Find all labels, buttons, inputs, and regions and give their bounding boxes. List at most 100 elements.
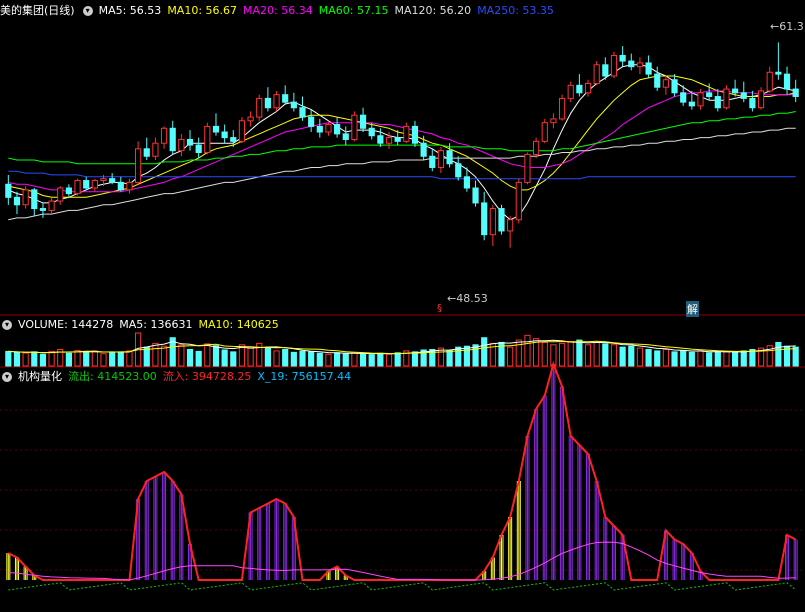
candle-body bbox=[403, 125, 410, 142]
volume-bar bbox=[160, 345, 168, 367]
candle-body bbox=[160, 127, 168, 144]
volume-bar bbox=[65, 352, 72, 367]
volume-bar bbox=[714, 350, 721, 367]
series-line-ma250 bbox=[8, 170, 796, 180]
volume-bar bbox=[628, 345, 635, 367]
candle-body bbox=[541, 122, 548, 142]
candle-body bbox=[446, 150, 453, 165]
volume-bar bbox=[775, 341, 782, 367]
volume-bar bbox=[740, 350, 747, 367]
volume-bar bbox=[359, 353, 367, 367]
candle-body bbox=[135, 148, 142, 183]
candle-body bbox=[204, 125, 211, 154]
volume-bar bbox=[584, 344, 592, 367]
volume-bar bbox=[273, 350, 280, 367]
volume-bar bbox=[671, 351, 678, 367]
candle-body bbox=[610, 54, 618, 77]
volume-bar bbox=[662, 349, 669, 367]
candle-body bbox=[619, 54, 626, 62]
candle-body bbox=[212, 125, 220, 133]
candle-body bbox=[411, 125, 419, 144]
volume-bar bbox=[351, 351, 358, 367]
volume-bar bbox=[117, 351, 124, 367]
candle-body bbox=[65, 187, 72, 195]
low-marker: ←48.53 bbox=[447, 292, 488, 305]
candle-body bbox=[593, 64, 600, 84]
volume-bar bbox=[645, 349, 652, 367]
volume-bar bbox=[463, 345, 470, 367]
candle-body bbox=[273, 94, 280, 109]
volume-bar bbox=[524, 334, 531, 367]
volume-bar bbox=[680, 349, 687, 367]
candle-body bbox=[152, 142, 159, 157]
candle-body bbox=[299, 107, 306, 118]
candle-body bbox=[74, 180, 81, 195]
candle-body bbox=[126, 181, 133, 191]
volume-bar bbox=[109, 351, 116, 367]
volume-bar bbox=[282, 349, 289, 367]
series-line-ma10 bbox=[8, 75, 796, 198]
volume-bar bbox=[619, 346, 626, 367]
candle-body bbox=[697, 92, 704, 107]
candle-body bbox=[489, 208, 496, 236]
candle-body bbox=[351, 114, 358, 140]
volume-bar bbox=[368, 354, 375, 367]
candle-body bbox=[334, 124, 341, 135]
volume-bar bbox=[636, 347, 644, 367]
volume-bar bbox=[576, 339, 583, 367]
stock-chart[interactable] bbox=[0, 0, 805, 612]
candle-body bbox=[420, 142, 427, 157]
volume-bar bbox=[264, 346, 271, 367]
volume-bar bbox=[749, 349, 756, 367]
volume-bar bbox=[91, 350, 98, 367]
volume-bar bbox=[706, 352, 713, 367]
event-tag-s[interactable]: § bbox=[437, 303, 442, 314]
candle-body bbox=[766, 71, 773, 92]
candle-body bbox=[749, 97, 756, 109]
volume-bar bbox=[654, 350, 661, 367]
candle-body bbox=[472, 187, 479, 204]
volume-bar bbox=[541, 341, 548, 367]
candle-body bbox=[109, 178, 116, 183]
candle-body bbox=[429, 155, 436, 168]
candle-body bbox=[654, 73, 661, 88]
volume-bar bbox=[455, 346, 462, 367]
candle-body bbox=[515, 181, 522, 221]
event-tag-jie[interactable]: 解 bbox=[686, 301, 699, 317]
candle-body bbox=[342, 133, 349, 140]
volume-bar bbox=[567, 340, 574, 367]
volume-bar bbox=[558, 342, 566, 367]
volume-bar bbox=[186, 349, 194, 367]
volume-bar bbox=[195, 350, 202, 367]
volume-bar bbox=[100, 353, 107, 367]
candle-body bbox=[463, 176, 470, 189]
high-marker: ←61.3 bbox=[770, 20, 804, 33]
volume-bar bbox=[5, 350, 12, 367]
candle-body bbox=[22, 189, 29, 206]
candle-body bbox=[437, 150, 445, 168]
candle-body bbox=[195, 144, 202, 154]
candle-body bbox=[732, 88, 739, 94]
volume-bar bbox=[22, 352, 29, 367]
candle-body bbox=[385, 137, 393, 144]
candle-body bbox=[143, 148, 150, 157]
candle-body bbox=[359, 114, 367, 129]
candle-body bbox=[576, 84, 583, 94]
candle-body bbox=[783, 73, 791, 90]
candle-body bbox=[662, 79, 669, 88]
candle-body bbox=[117, 181, 124, 191]
volume-bar bbox=[204, 343, 211, 367]
volume-bar bbox=[325, 353, 332, 367]
volume-bar bbox=[411, 351, 419, 367]
volume-bar bbox=[316, 352, 323, 367]
volume-bar bbox=[610, 344, 618, 367]
candle-body bbox=[39, 208, 47, 211]
candle-body bbox=[533, 140, 540, 155]
candle-body bbox=[524, 153, 531, 183]
candle-body bbox=[394, 137, 401, 142]
candle-body bbox=[264, 97, 271, 109]
volume-bar bbox=[732, 351, 739, 367]
volume-bar bbox=[593, 341, 600, 367]
candle-body bbox=[308, 116, 315, 127]
candle-body bbox=[550, 118, 557, 124]
